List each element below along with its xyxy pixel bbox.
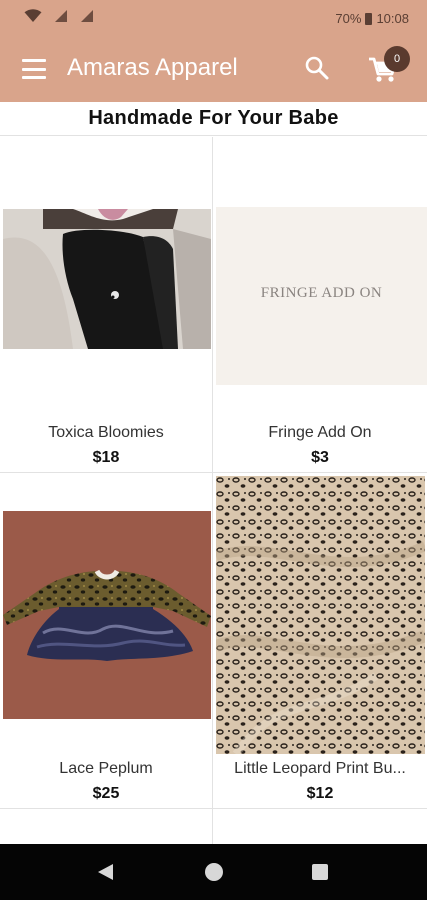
- product-name: Lace Peplum: [59, 760, 153, 777]
- product-card-lace-peplum[interactable]: Lace Peplum $25: [0, 473, 213, 809]
- battery-icon: [365, 12, 373, 25]
- status-bar: 70% 10:08: [0, 0, 427, 36]
- wifi-icon: [24, 9, 42, 22]
- product-card-partial[interactable]: [213, 809, 427, 844]
- product-image: [3, 209, 211, 349]
- product-price: $12: [306, 785, 334, 802]
- recents-icon[interactable]: [312, 864, 328, 880]
- product-grid: Toxica Bloomies $18 FRINGE ADD ON Fringe…: [0, 137, 427, 844]
- toolbar: Amaras Apparel 0: [0, 36, 427, 102]
- product-card-fringe-add-on[interactable]: FRINGE ADD ON Fringe Add On $3: [213, 137, 427, 473]
- signal-icon: [81, 10, 93, 22]
- app-bar: 70% 10:08 Amaras Apparel 0: [0, 0, 427, 102]
- product-name: Fringe Add On: [268, 424, 372, 441]
- cart-count-badge: 0: [384, 46, 410, 72]
- product-name: Little Leopard Print Bu...: [234, 760, 406, 777]
- product-price: $25: [92, 785, 120, 802]
- product-price: $18: [92, 449, 120, 466]
- product-card-partial[interactable]: [0, 809, 213, 844]
- product-name: Toxica Bloomies: [48, 424, 164, 441]
- page-heading: Handmade For Your Babe: [88, 107, 339, 129]
- system-navigation-bar: [0, 844, 427, 900]
- menu-icon[interactable]: [18, 56, 50, 82]
- back-icon[interactable]: [98, 864, 113, 880]
- product-card-toxica-bloomies[interactable]: Toxica Bloomies $18: [0, 137, 213, 473]
- product-image-text: FRINGE ADD ON: [260, 285, 383, 301]
- product-price: $3: [311, 449, 329, 466]
- product-image: [3, 511, 211, 719]
- signal-icon: [55, 10, 67, 22]
- product-image: [216, 476, 425, 754]
- app-title: Amaras Apparel: [67, 54, 238, 81]
- page-heading-bar: Handmade For Your Babe: [0, 102, 427, 136]
- search-icon[interactable]: [303, 54, 331, 82]
- product-image: FRINGE ADD ON: [216, 207, 427, 385]
- home-icon[interactable]: [205, 863, 223, 881]
- product-card-little-leopard-print[interactable]: Little Leopard Print Bu... $12: [213, 473, 427, 809]
- clock: 10:08: [376, 11, 409, 26]
- battery-percentage: 70%: [335, 11, 362, 26]
